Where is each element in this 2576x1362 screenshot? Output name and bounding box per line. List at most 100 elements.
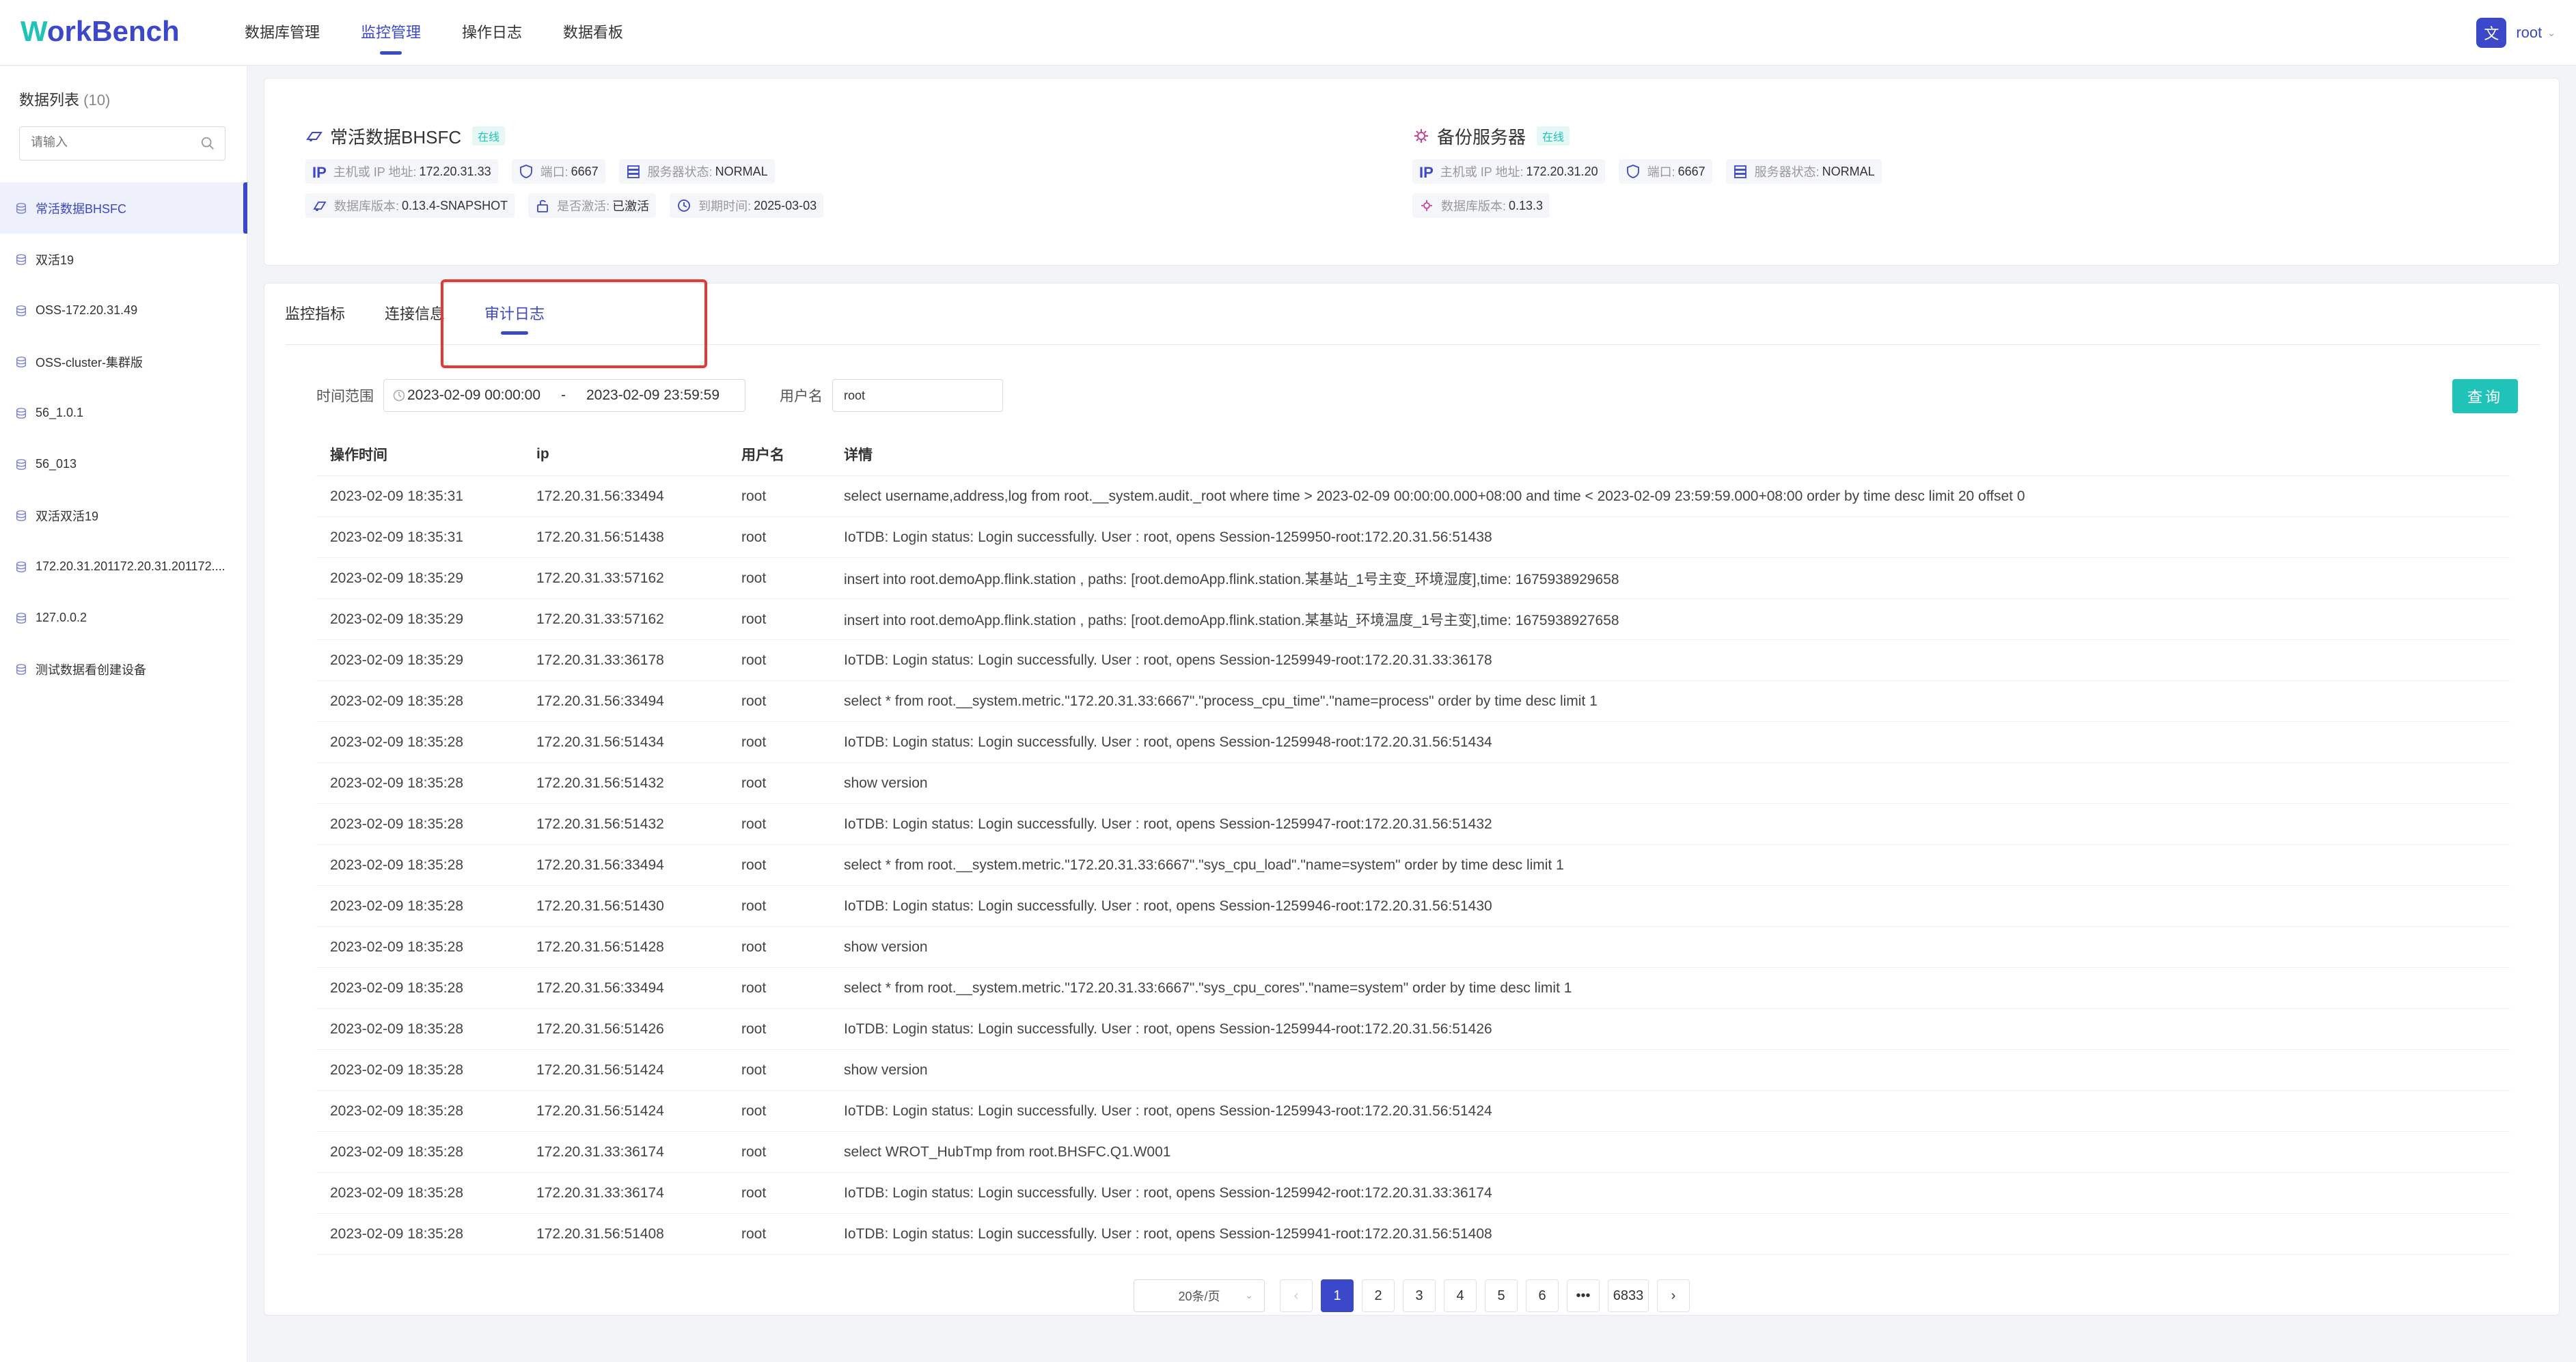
backup-server-icon <box>1414 129 1428 143</box>
top-bar: WorkBench 数据库管理 监控管理 操作日志 数据看板 文 root ⌄ <box>0 0 2576 66</box>
time-cell: 2023-02-09 18:35:28 <box>330 1020 463 1037</box>
sidebar-item[interactable]: 127.0.0.2 <box>0 592 247 643</box>
detail-cell: IoTDB: Login status: Login successfully.… <box>844 1184 1492 1201</box>
next-page-button[interactable]: › <box>1657 1279 1690 1312</box>
sidebar-item[interactable]: 常活数据BHSFC <box>0 182 247 234</box>
ip-cell: 172.20.31.33:57162 <box>536 570 664 586</box>
page-button[interactable]: 6 <box>1526 1279 1559 1312</box>
user-cell: root <box>741 816 767 832</box>
range-separator: - <box>561 387 566 403</box>
sidebar-search[interactable] <box>19 126 225 161</box>
user-cell: root <box>741 939 767 955</box>
detail-cell: IoTDB: Login status: Login successfully.… <box>844 816 1492 832</box>
ip-cell: 172.20.31.56:51438 <box>536 529 664 545</box>
state-prop: 服务器状态: NORMAL <box>618 159 775 184</box>
time-cell: 2023-02-09 18:35:28 <box>330 1225 463 1242</box>
audit-log-card: 监控指标 连接信息 审计日志 时间范围 2023-02-09 00:00:00 … <box>264 279 2560 1316</box>
search-icon[interactable] <box>200 136 215 151</box>
nav-monitor-management[interactable]: 监控管理 <box>361 0 421 66</box>
time-cell: 2023-02-09 18:35:28 <box>330 693 463 709</box>
host-prop: IP 主机或 IP 地址: 172.20.31.20 <box>1412 159 1605 184</box>
database-icon <box>16 202 27 214</box>
server-name: 备份服务器 <box>1437 126 1526 148</box>
filter-bar: 时间范围 2023-02-09 00:00:00 - 2023-02-09 23… <box>316 379 1003 412</box>
status-badge: 在线 <box>1537 126 1570 145</box>
chevron-down-icon[interactable]: ⌄ <box>2547 27 2556 39</box>
time-cell: 2023-02-09 18:35:29 <box>330 611 463 627</box>
table-row: 2023-02-09 18:35:28 172.20.31.56:51426 roo… <box>316 1009 2510 1050</box>
sidebar-item[interactable]: 172.20.31.201172.20.31.201172.... <box>0 541 247 592</box>
time-cell: 2023-02-09 18:35:28 <box>330 734 463 750</box>
username-input[interactable]: root <box>832 379 1003 412</box>
nav-data-dashboard[interactable]: 数据看板 <box>563 0 623 66</box>
app-logo[interactable]: WorkBench <box>20 15 180 48</box>
table-row: 2023-02-09 18:35:28 172.20.31.56:51424 roo… <box>316 1091 2510 1132</box>
detail-cell: select * from root.__system.metric."172.… <box>844 693 1598 709</box>
sidebar-item[interactable]: OSS-cluster-集群版 <box>0 336 247 387</box>
sidebar-item[interactable]: OSS-172.20.31.49 <box>0 285 247 336</box>
clock-icon <box>678 199 690 212</box>
status-badge: 在线 <box>472 126 506 145</box>
time-cell: 2023-02-09 18:35:28 <box>330 979 463 996</box>
column-header: 详情 <box>844 447 873 463</box>
prev-page-button[interactable]: ‹ <box>1280 1279 1313 1312</box>
ip-cell: 172.20.31.56:51426 <box>536 1020 664 1037</box>
sidebar-item[interactable]: 双活19 <box>0 234 247 285</box>
more-pages-button[interactable]: ••• <box>1567 1279 1600 1312</box>
user-cell: root <box>741 529 767 545</box>
user-cell: root <box>741 1143 767 1160</box>
sidebar-item[interactable]: 56_1.0.1 <box>0 387 247 439</box>
tab-bar: 监控指标 连接信息 审计日志 <box>285 283 2540 345</box>
detail-cell: IoTDB: Login status: Login successfully.… <box>844 529 1492 545</box>
time-range-picker[interactable]: 2023-02-09 00:00:00 - 2023-02-09 23:59:5… <box>383 379 745 412</box>
user-cell: root <box>741 1020 767 1037</box>
ip-cell: 172.20.31.56:51408 <box>536 1225 664 1242</box>
time-cell: 2023-02-09 18:35:28 <box>330 898 463 914</box>
sidebar-item[interactable]: 56_013 <box>0 439 247 490</box>
user-cell: root <box>741 898 767 914</box>
primary-server: 常活数据BHSFC 在线 IP 主机或 IP 地址: 172.20.31.33 端口… <box>305 122 837 218</box>
table-row: 2023-02-09 18:35:29 172.20.31.33:36178 roo… <box>316 640 2510 681</box>
active-prop: 是否激活: 已激活 <box>528 193 657 218</box>
start-time[interactable]: 2023-02-09 00:00:00 <box>407 387 540 404</box>
user-cell: root <box>741 570 767 586</box>
ip-icon: IP <box>312 164 327 181</box>
ip-icon: IP <box>1419 164 1434 181</box>
page-button[interactable]: 4 <box>1444 1279 1477 1312</box>
page-button[interactable]: 2 <box>1362 1279 1395 1312</box>
database-icon <box>16 612 27 624</box>
table-row: 2023-02-09 18:35:31 172.20.31.56:33494 roo… <box>316 476 2510 517</box>
table-header: 操作时间 ip 用户名 详情 <box>316 432 2510 476</box>
ip-cell: 172.20.31.33:57162 <box>536 611 664 627</box>
column-header: 操作时间 <box>330 447 387 463</box>
user-cell: root <box>741 1225 767 1242</box>
table-row: 2023-02-09 18:35:28 172.20.31.56:33494 roo… <box>316 681 2510 722</box>
page-button[interactable]: 3 <box>1403 1279 1436 1312</box>
user-cell: root <box>741 1184 767 1201</box>
user-area: 文 root ⌄ <box>2476 18 2556 48</box>
tab-audit-log[interactable]: 审计日志 <box>484 283 545 344</box>
page-button[interactable]: 1 <box>1321 1279 1354 1312</box>
sidebar-item[interactable]: 双活双活19 <box>0 490 247 541</box>
time-cell: 2023-02-09 18:35:28 <box>330 775 463 791</box>
page-size-select[interactable]: 20条/页 ⌄ <box>1134 1279 1265 1312</box>
detail-cell: insert into root.demoApp.flink.station ,… <box>844 612 1619 628</box>
nav-operation-log[interactable]: 操作日志 <box>462 0 522 66</box>
database-icon <box>16 663 27 675</box>
sidebar-item[interactable]: 测试数据看创建设备 <box>0 643 247 695</box>
translate-icon[interactable]: 文 <box>2476 18 2507 48</box>
tab-monitor-metrics[interactable]: 监控指标 <box>285 283 345 344</box>
tab-connection-info[interactable]: 连接信息 <box>385 283 445 344</box>
page-button[interactable]: 6833 <box>1608 1279 1649 1312</box>
query-button[interactable]: 查询 <box>2452 379 2518 413</box>
user-menu[interactable]: root <box>2516 24 2542 42</box>
sidebar-title: 数据列表 (10) <box>19 92 111 109</box>
clock-icon <box>393 389 405 402</box>
nav-database-management[interactable]: 数据库管理 <box>245 0 320 66</box>
sidebar-search-input[interactable] <box>31 135 195 150</box>
page-button[interactable]: 5 <box>1485 1279 1518 1312</box>
end-time[interactable]: 2023-02-09 23:59:59 <box>586 387 720 404</box>
ip-cell: 172.20.31.56:33494 <box>536 857 664 873</box>
table-body: 2023-02-09 18:35:31 172.20.31.56:33494 roo… <box>316 476 2510 1255</box>
column-header: ip <box>536 445 549 462</box>
